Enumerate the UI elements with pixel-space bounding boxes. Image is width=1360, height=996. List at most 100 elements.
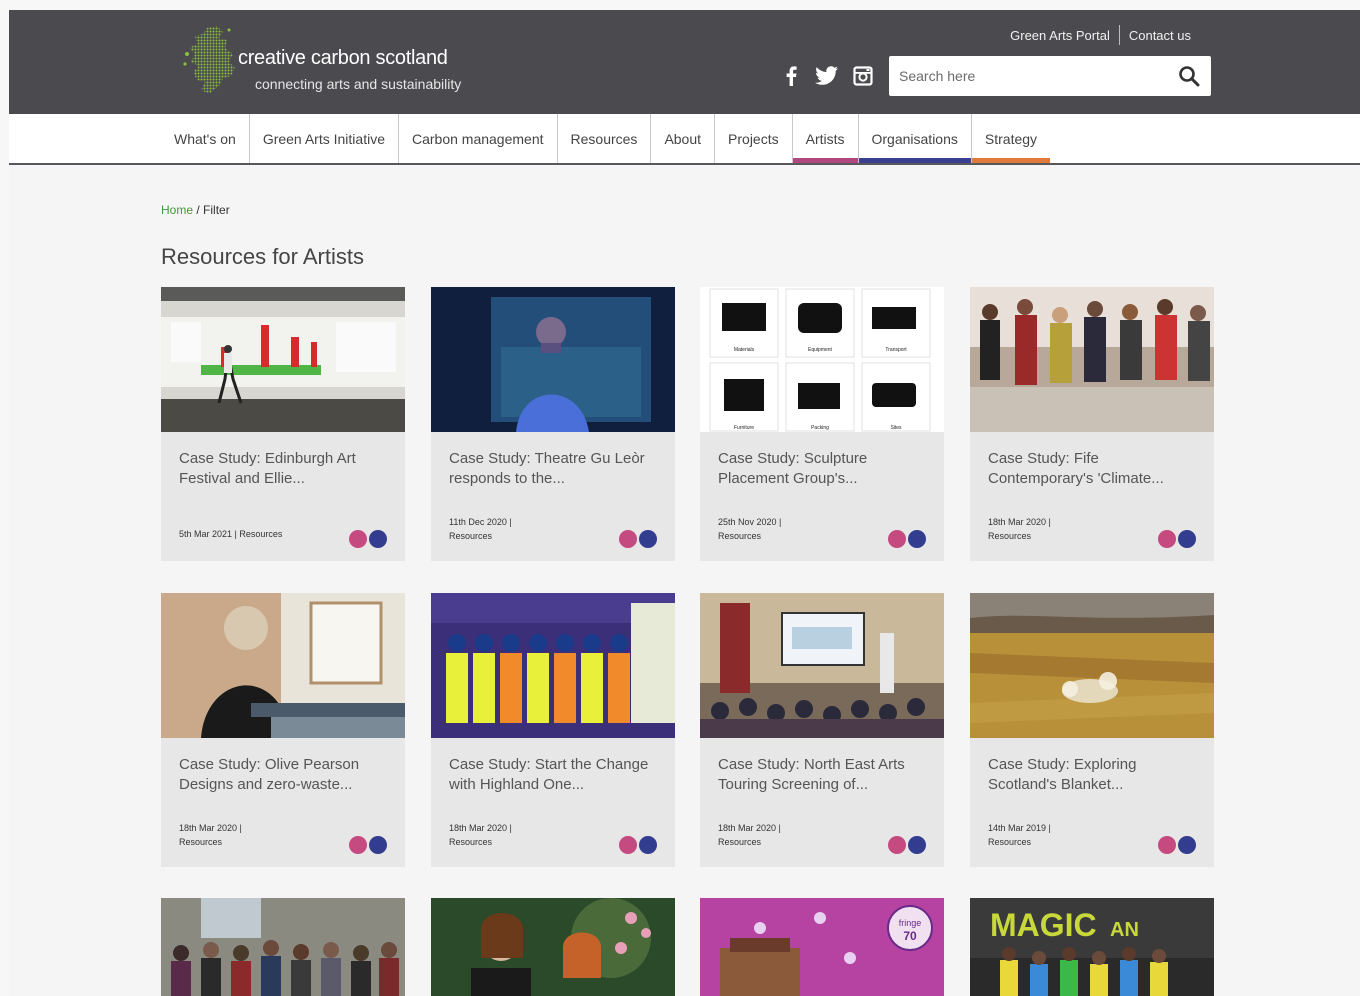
organisations-tag-dot [908, 530, 926, 548]
card-title[interactable]: Case Study: Fife Contemporary's 'Climate… [988, 449, 1198, 489]
card-date-text: 18th Mar 2020 | [179, 823, 242, 833]
card-category: Resources [449, 531, 493, 541]
search-icon[interactable] [1167, 56, 1211, 96]
resource-card[interactable]: Materials Equipment Transport Furniture … [700, 287, 944, 561]
card-date: 18th Mar 2020 | Resources [179, 821, 242, 849]
card-tags [886, 836, 926, 854]
search-input[interactable] [889, 56, 1159, 96]
nav-label: Projects [728, 130, 779, 147]
breadcrumb-separator: / [193, 203, 204, 217]
card-category: Resources [988, 531, 1032, 541]
twitter-icon[interactable] [815, 64, 839, 88]
resource-card[interactable]: MAGIC AN [970, 898, 1214, 996]
card-image [161, 593, 405, 738]
organisations-tag-dot [369, 836, 387, 854]
nav-artists[interactable]: Artists [792, 114, 859, 163]
nav-organisations[interactable]: Organisations [858, 114, 972, 163]
scotland-map-logo-icon[interactable] [179, 24, 247, 102]
card-tags [347, 836, 387, 854]
card-image: MAGIC AN [970, 898, 1214, 996]
nav-label: Artists [805, 130, 845, 147]
resource-card[interactable]: Case Study: Theatre Gu Leòr responds to … [431, 287, 675, 561]
van-an-text: AN [1110, 919, 1139, 941]
card-title[interactable]: Case Study: Olive Pearson Designs and ze… [179, 755, 389, 795]
social-links [779, 64, 887, 88]
card-tags [347, 530, 387, 548]
icon-grid-label: Transport [885, 347, 907, 353]
icon-grid-label: Sites [890, 425, 902, 431]
card-date: 25th Nov 2020 | Resources [718, 515, 781, 543]
resource-card[interactable]: fringe 70 [700, 898, 944, 996]
card-title[interactable]: Case Study: Edinburgh Art Festival and E… [179, 449, 389, 489]
card-category: Resources [718, 837, 762, 847]
artists-tag-dot [1158, 530, 1176, 548]
organisations-tag-dot [908, 836, 926, 854]
nav-label: Strategy [984, 130, 1038, 147]
card-date: 5th Mar 2021 | Resources [179, 529, 283, 539]
green-arts-portal-link[interactable]: Green Arts Portal [1001, 28, 1119, 43]
card-date: 18th Mar 2020 | Resources [449, 821, 512, 849]
breadcrumb: Home / Filter [161, 203, 230, 217]
resource-card[interactable] [161, 898, 405, 996]
search-box [889, 56, 1211, 96]
card-category: Resources [179, 837, 223, 847]
resource-card[interactable]: Case Study: Exploring Scotland's Blanket… [970, 593, 1214, 867]
nav-green-arts-initiative[interactable]: Green Arts Initiative [250, 114, 399, 163]
resource-card[interactable]: Case Study: Start the Change with Highla… [431, 593, 675, 867]
nav-items: What's on Green Arts Initiative Carbon m… [161, 114, 1051, 163]
resource-card[interactable]: Case Study: Fife Contemporary's 'Climate… [970, 287, 1214, 561]
card-title[interactable]: Case Study: Sculpture Placement Group's.… [718, 449, 928, 489]
nav-strategy[interactable]: Strategy [971, 114, 1051, 163]
nav-accent-bar [250, 158, 398, 163]
card-image [970, 287, 1214, 432]
icon-grid-label: Furniture [734, 425, 754, 431]
page-frame: creative carbon scotland connecting arts… [9, 10, 1360, 996]
card-tags [617, 836, 657, 854]
card-date-text: 25th Nov 2020 | [718, 517, 782, 527]
artists-tag-dot [349, 836, 367, 854]
resource-card[interactable]: Case Study: Olive Pearson Designs and ze… [161, 593, 405, 867]
fringe-logo-text: fringe [899, 918, 922, 928]
card-tags [1156, 836, 1196, 854]
resource-card[interactable] [431, 898, 675, 996]
card-image [970, 593, 1214, 738]
nav-label: Carbon management [411, 130, 544, 147]
card-date-text: 14th Mar 2019 | [988, 823, 1051, 833]
organisations-tag-dot [1178, 530, 1196, 548]
organisations-tag-dot [1178, 836, 1196, 854]
resource-card[interactable]: Case Study: North East Arts Touring Scre… [700, 593, 944, 867]
site-tagline: connecting arts and sustainability [255, 76, 462, 92]
card-image [700, 593, 944, 738]
resource-card[interactable]: Case Study: Edinburgh Art Festival and E… [161, 287, 405, 561]
nav-carbon-management[interactable]: Carbon management [399, 114, 558, 163]
site-title[interactable]: creative carbon scotland [238, 47, 448, 70]
card-date: 11th Dec 2020 | Resources [449, 515, 512, 543]
card-date-text: 18th Mar 2020 | [988, 517, 1051, 527]
card-date-text: 18th Mar 2020 | [449, 823, 512, 833]
instagram-icon[interactable] [851, 64, 875, 88]
nav-whats-on[interactable]: What's on [161, 114, 250, 163]
card-tags [1156, 530, 1196, 548]
nav-projects[interactable]: Projects [715, 114, 793, 163]
breadcrumb-home-link[interactable]: Home [161, 203, 193, 217]
card-image [431, 898, 675, 996]
artists-tag-dot [1158, 836, 1176, 854]
card-title[interactable]: Case Study: Start the Change with Highla… [449, 755, 659, 795]
contact-us-link[interactable]: Contact us [1120, 28, 1200, 43]
artists-tag-dot [619, 530, 637, 548]
card-title[interactable]: Case Study: Theatre Gu Leòr responds to … [449, 449, 659, 489]
icon-grid-label: Equipment [808, 347, 833, 353]
nav-resources[interactable]: Resources [558, 114, 652, 163]
top-links: Green Arts Portal Contact us [1001, 25, 1200, 45]
nav-accent-bar [161, 158, 249, 163]
card-category: Resources [449, 837, 493, 847]
nav-accent-bar [792, 158, 858, 163]
organisations-tag-dot [639, 530, 657, 548]
card-title[interactable]: Case Study: Exploring Scotland's Blanket… [988, 755, 1198, 795]
facebook-icon[interactable] [779, 64, 803, 88]
card-tags [617, 530, 657, 548]
nav-about[interactable]: About [651, 114, 716, 163]
card-image [161, 287, 405, 432]
card-date: 14th Mar 2019 | Resources [988, 821, 1051, 849]
card-title[interactable]: Case Study: North East Arts Touring Scre… [718, 755, 928, 795]
